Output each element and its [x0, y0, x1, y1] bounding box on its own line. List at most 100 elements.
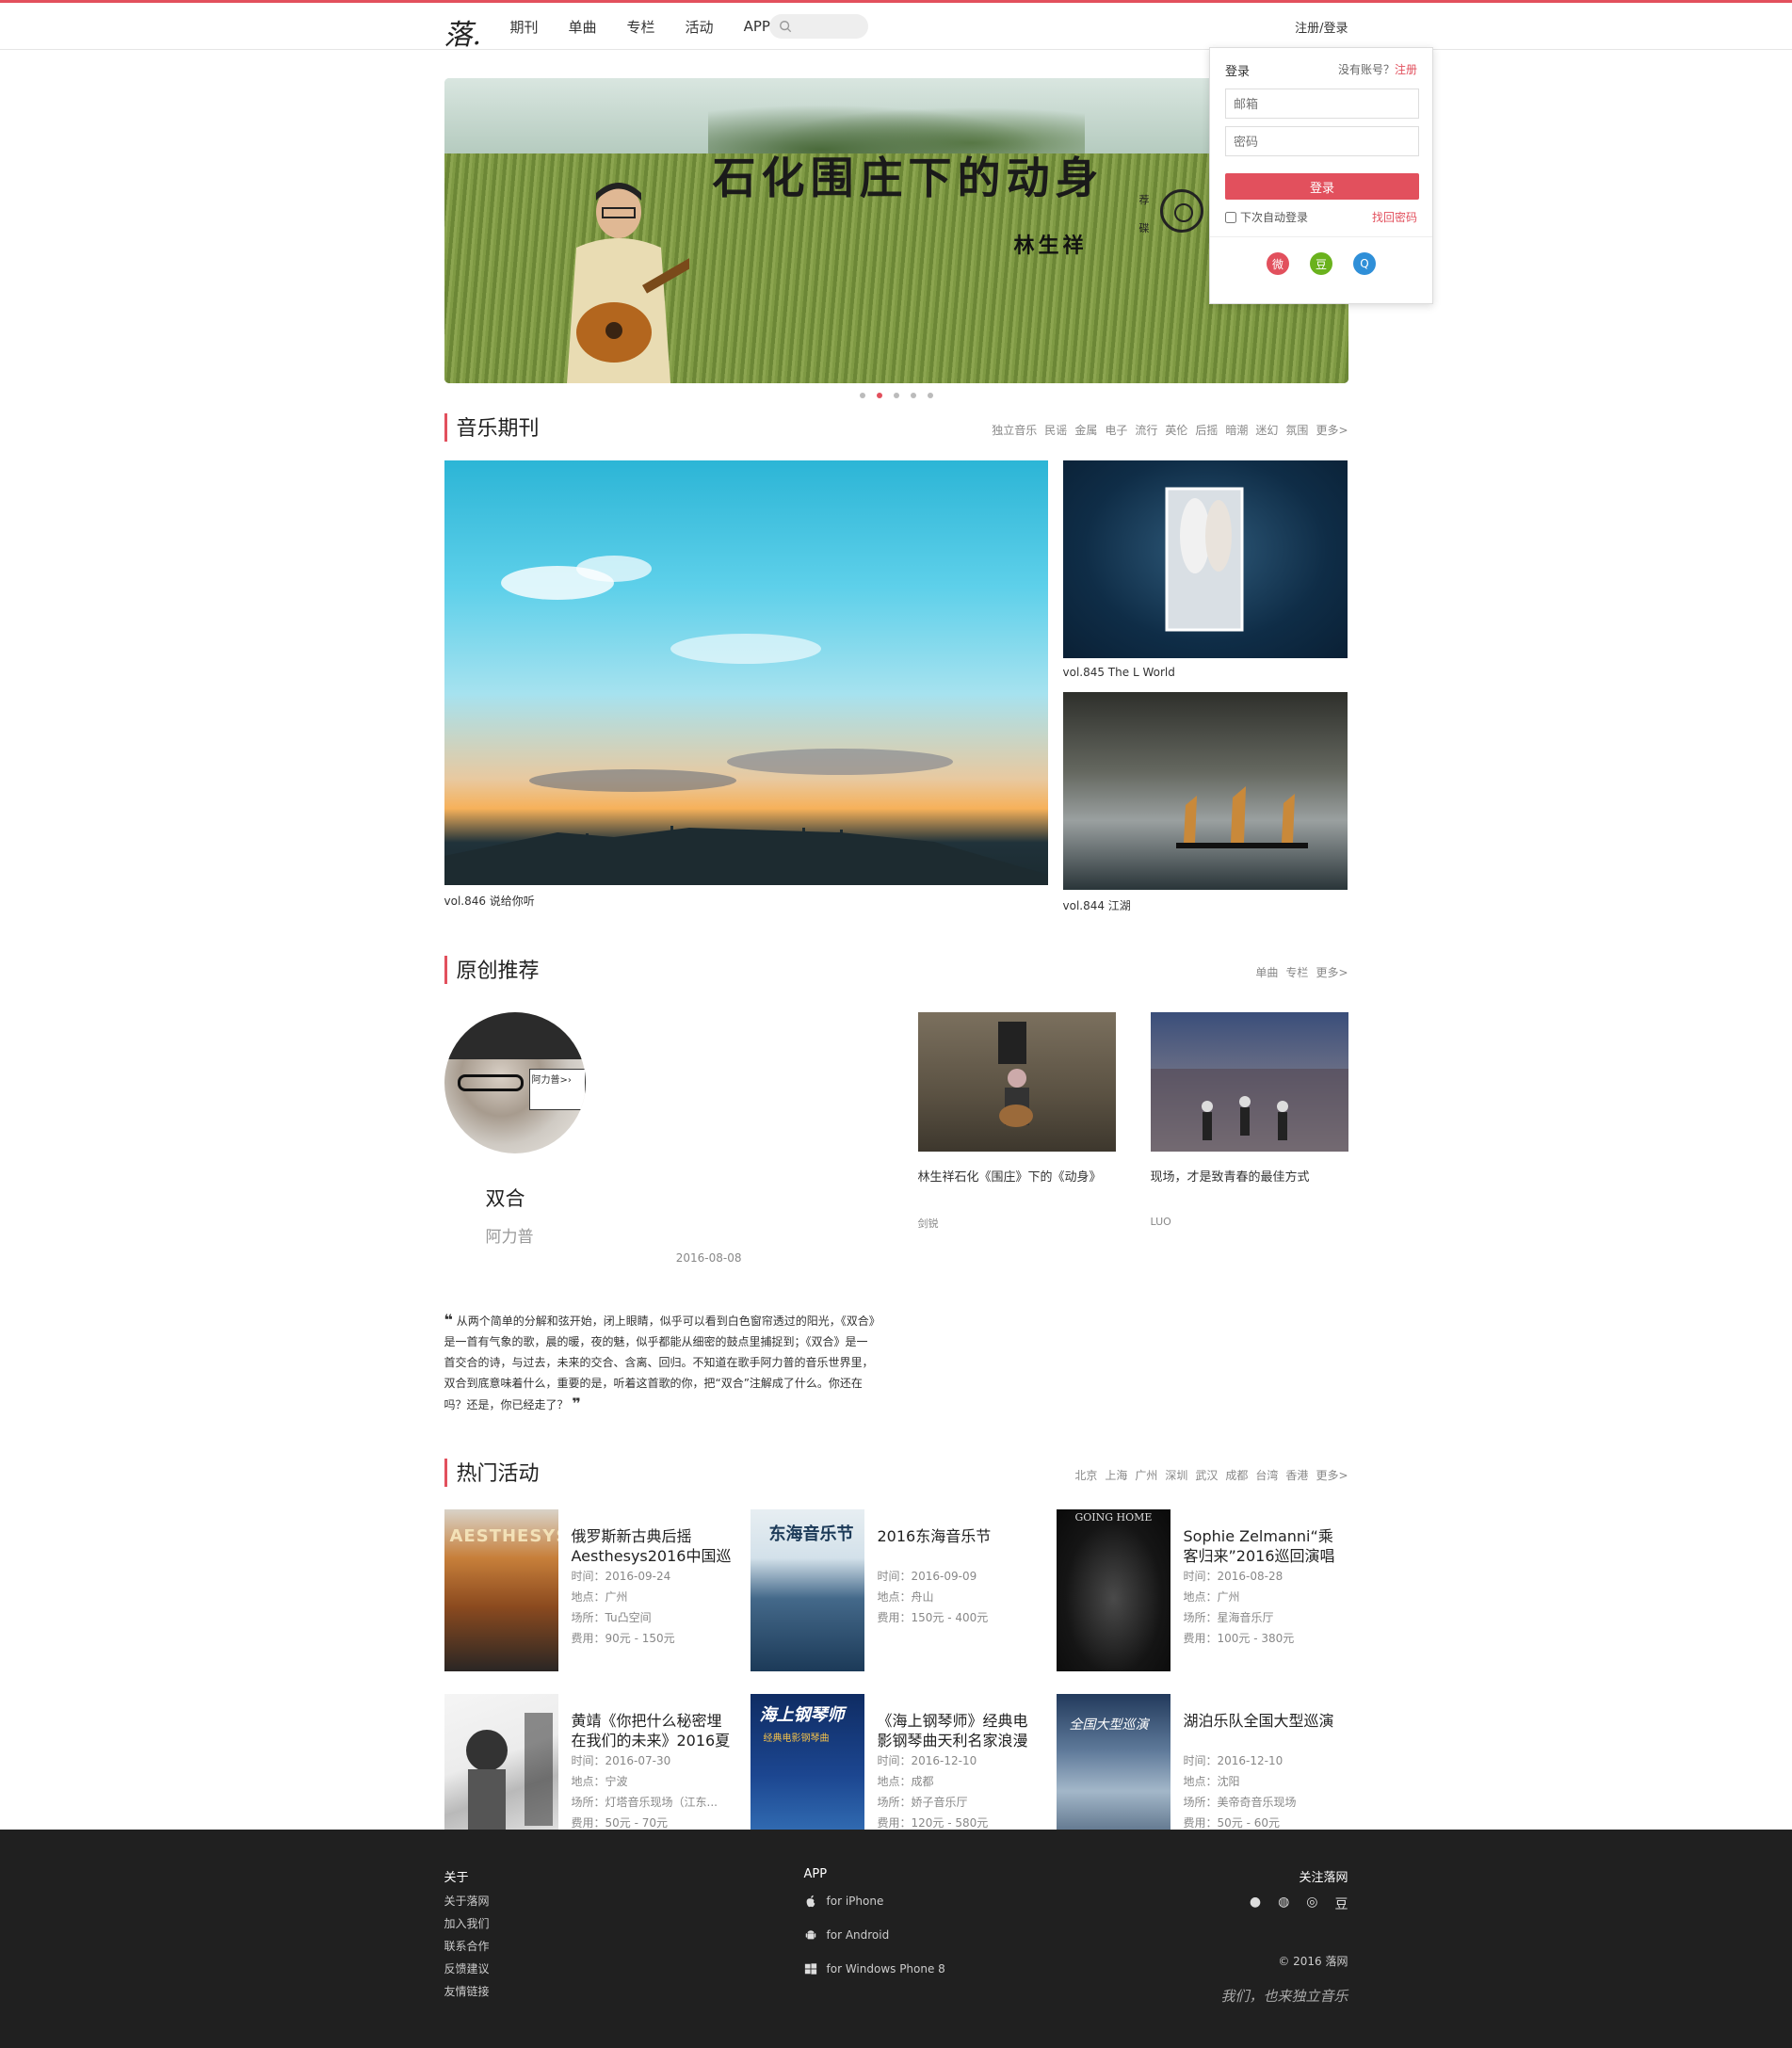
original-more-link[interactable]: 更多> [1316, 964, 1348, 980]
city-tag[interactable]: 上海 [1105, 1467, 1127, 1483]
city-tag[interactable]: 香港 [1285, 1467, 1308, 1483]
event-item[interactable]: 东海音乐节 2016东海音乐节 时间：2016-09-09 地点：舟山 费用：1… [750, 1509, 1042, 1671]
event-place: 地点：广州 [1183, 1590, 1240, 1604]
banner-dot[interactable] [910, 393, 916, 398]
music-featured-image[interactable] [444, 460, 1048, 885]
login-popup: 登录 没有账号？注册 登录 下次自动登录 找回密码 微 豆 Q [1209, 47, 1433, 304]
footer-link[interactable]: 联系合作 [444, 1938, 490, 1954]
register-link[interactable]: 注册 [1395, 63, 1417, 76]
qq-icon[interactable]: ● [1250, 1895, 1261, 1913]
event-title[interactable]: Sophie Zelmanni“乘客归来”2016巡回演唱 [1184, 1526, 1344, 1566]
music-tag[interactable]: 氛围 [1285, 422, 1308, 438]
city-tag[interactable]: 深圳 [1165, 1467, 1187, 1483]
footer-link[interactable]: 反馈建议 [444, 1960, 490, 1976]
site-logo[interactable]: 落. [444, 11, 482, 53]
banner-side-text: 荐碟 [1138, 194, 1150, 234]
original-tag[interactable]: 单曲 [1255, 964, 1278, 980]
email-field[interactable] [1225, 89, 1419, 119]
banner-dot[interactable] [859, 393, 865, 398]
music-item-image[interactable] [1062, 692, 1348, 890]
column-card-title[interactable]: 林生祥石化《围庄》下的《动身》 [918, 1169, 1116, 1206]
event-poster[interactable]: 东海音乐节 [750, 1509, 864, 1671]
banner-person-image [566, 183, 689, 383]
event-poster[interactable]: GOING HOME [1056, 1509, 1170, 1671]
app-android-link[interactable]: for Android [804, 1928, 945, 1942]
footer-link[interactable]: 友情链接 [444, 1983, 490, 1999]
events-more-link[interactable]: 更多> [1316, 1467, 1348, 1483]
event-item[interactable]: GOING HOME Sophie Zelmanni“乘客归来”2016巡回演唱… [1056, 1509, 1348, 1671]
music-tag[interactable]: 流行 [1135, 422, 1157, 438]
event-item[interactable]: AESTHESYS 俄罗斯新古典后摇Aesthesys2016中国巡 时间：20… [444, 1509, 736, 1671]
city-tag[interactable]: 台湾 [1255, 1467, 1278, 1483]
app-iphone-link[interactable]: for iPhone [804, 1895, 945, 1908]
original-section-title: 原创推荐 [456, 959, 540, 983]
column-card-image[interactable] [1150, 1012, 1348, 1152]
city-tag[interactable]: 广州 [1135, 1467, 1157, 1483]
footer-about-title: 关于 [444, 1871, 469, 1885]
song-artist[interactable]: 阿力普 [486, 1223, 742, 1247]
weibo-icon[interactable]: ◎ [1306, 1895, 1317, 1913]
music-tag[interactable]: 民谣 [1044, 422, 1067, 438]
original-section: 阿力普>› 双合 阿力普 2016-08-08 ❝ 从两个简单的分解和弦开始，闭… [444, 1012, 1348, 1415]
wechat-icon[interactable]: ◍ [1278, 1895, 1289, 1913]
song-title[interactable]: 双合 [486, 1184, 742, 1212]
music-featured[interactable]: vol.846 说给你听 [444, 460, 1048, 911]
qq-icon[interactable]: Q [1353, 252, 1376, 275]
nav-link-events[interactable]: 活动 [680, 17, 719, 37]
original-tag[interactable]: 专栏 [1285, 964, 1308, 980]
search-box [768, 14, 868, 39]
city-tag[interactable]: 成都 [1225, 1467, 1248, 1483]
disc-icon [1159, 189, 1203, 233]
banner-dot[interactable] [927, 393, 933, 398]
banner-dot-active[interactable] [876, 393, 882, 398]
music-tag[interactable]: 暗潮 [1225, 422, 1248, 438]
event-title[interactable]: 俄罗斯新古典后摇Aesthesys2016中国巡 [572, 1526, 732, 1566]
password-field[interactable] [1225, 126, 1419, 156]
city-tag[interactable]: 武汉 [1195, 1467, 1218, 1483]
music-tag[interactable]: 电子 [1105, 422, 1127, 438]
nav-link-column[interactable]: 专栏 [622, 17, 661, 37]
event-place: 地点：宁波 [571, 1775, 628, 1788]
nav-link-journal[interactable]: 期刊 [505, 17, 544, 37]
event-venue: 场所：娇子音乐厅 [877, 1796, 968, 1809]
event-title[interactable]: 湖泊乐队全国大型巡演 [1184, 1711, 1344, 1750]
bed-on-water-image [1165, 487, 1243, 632]
event-title[interactable]: 《海上钢琴师》经典电影钢琴曲天利名家浪漫 [878, 1711, 1038, 1750]
event-title[interactable]: 黄靖《你把什么秘密埋在我们的未来》2016夏 [572, 1711, 732, 1750]
auto-login-checkbox[interactable] [1225, 211, 1236, 223]
nav-link-single[interactable]: 单曲 [563, 17, 603, 37]
weibo-icon[interactable]: 微 [1267, 252, 1289, 275]
event-venue: 场所：美帝奇音乐现场 [1183, 1796, 1297, 1809]
app-windows-link[interactable]: for Windows Phone 8 [804, 1962, 945, 1975]
music-tag[interactable]: 英伦 [1165, 422, 1187, 438]
search-input[interactable] [797, 20, 864, 33]
column-card[interactable]: 林生祥石化《围庄》下的《动身》 剑锐 [917, 1012, 1116, 1415]
music-item-caption[interactable]: vol.844 江湖 [1063, 897, 1348, 912]
search-icon[interactable] [779, 20, 792, 33]
music-item-image[interactable] [1062, 460, 1348, 658]
city-tag[interactable]: 北京 [1074, 1467, 1097, 1483]
banner-dot[interactable] [893, 393, 899, 398]
event-poster[interactable]: AESTHESYS [444, 1509, 558, 1671]
footer-link[interactable]: 关于落网 [444, 1893, 490, 1909]
music-tag[interactable]: 独立音乐 [992, 422, 1037, 438]
forgot-password-link[interactable]: 找回密码 [1372, 209, 1417, 225]
avatar[interactable]: 阿力普>› [444, 1012, 586, 1153]
music-tag[interactable]: 后摇 [1195, 422, 1218, 438]
no-account-text: 没有账号？注册 [1337, 63, 1417, 76]
column-card[interactable]: 现场，才是致青春的最佳方式 LUO [1150, 1012, 1348, 1415]
douban-icon[interactable]: 豆 [1310, 252, 1332, 275]
music-tag[interactable]: 迷幻 [1255, 422, 1278, 438]
register-login-link[interactable]: 注册/登录 [1295, 18, 1348, 36]
footer-link[interactable]: 加入我们 [444, 1915, 490, 1931]
column-card-title[interactable]: 现场，才是致青春的最佳方式 [1151, 1169, 1348, 1206]
music-item-caption[interactable]: vol.845 The L World [1063, 666, 1348, 679]
nav-links: 期刊 单曲 专栏 活动 APP [505, 3, 776, 50]
event-title[interactable]: 2016东海音乐节 [878, 1526, 1038, 1566]
douban-icon[interactable]: 豆 [1335, 1895, 1348, 1913]
music-featured-caption[interactable]: vol.846 说给你听 [444, 893, 1048, 908]
column-card-image[interactable] [917, 1012, 1116, 1152]
music-tag[interactable]: 金属 [1074, 422, 1097, 438]
music-more-link[interactable]: 更多> [1316, 422, 1348, 438]
login-button[interactable]: 登录 [1225, 173, 1419, 200]
